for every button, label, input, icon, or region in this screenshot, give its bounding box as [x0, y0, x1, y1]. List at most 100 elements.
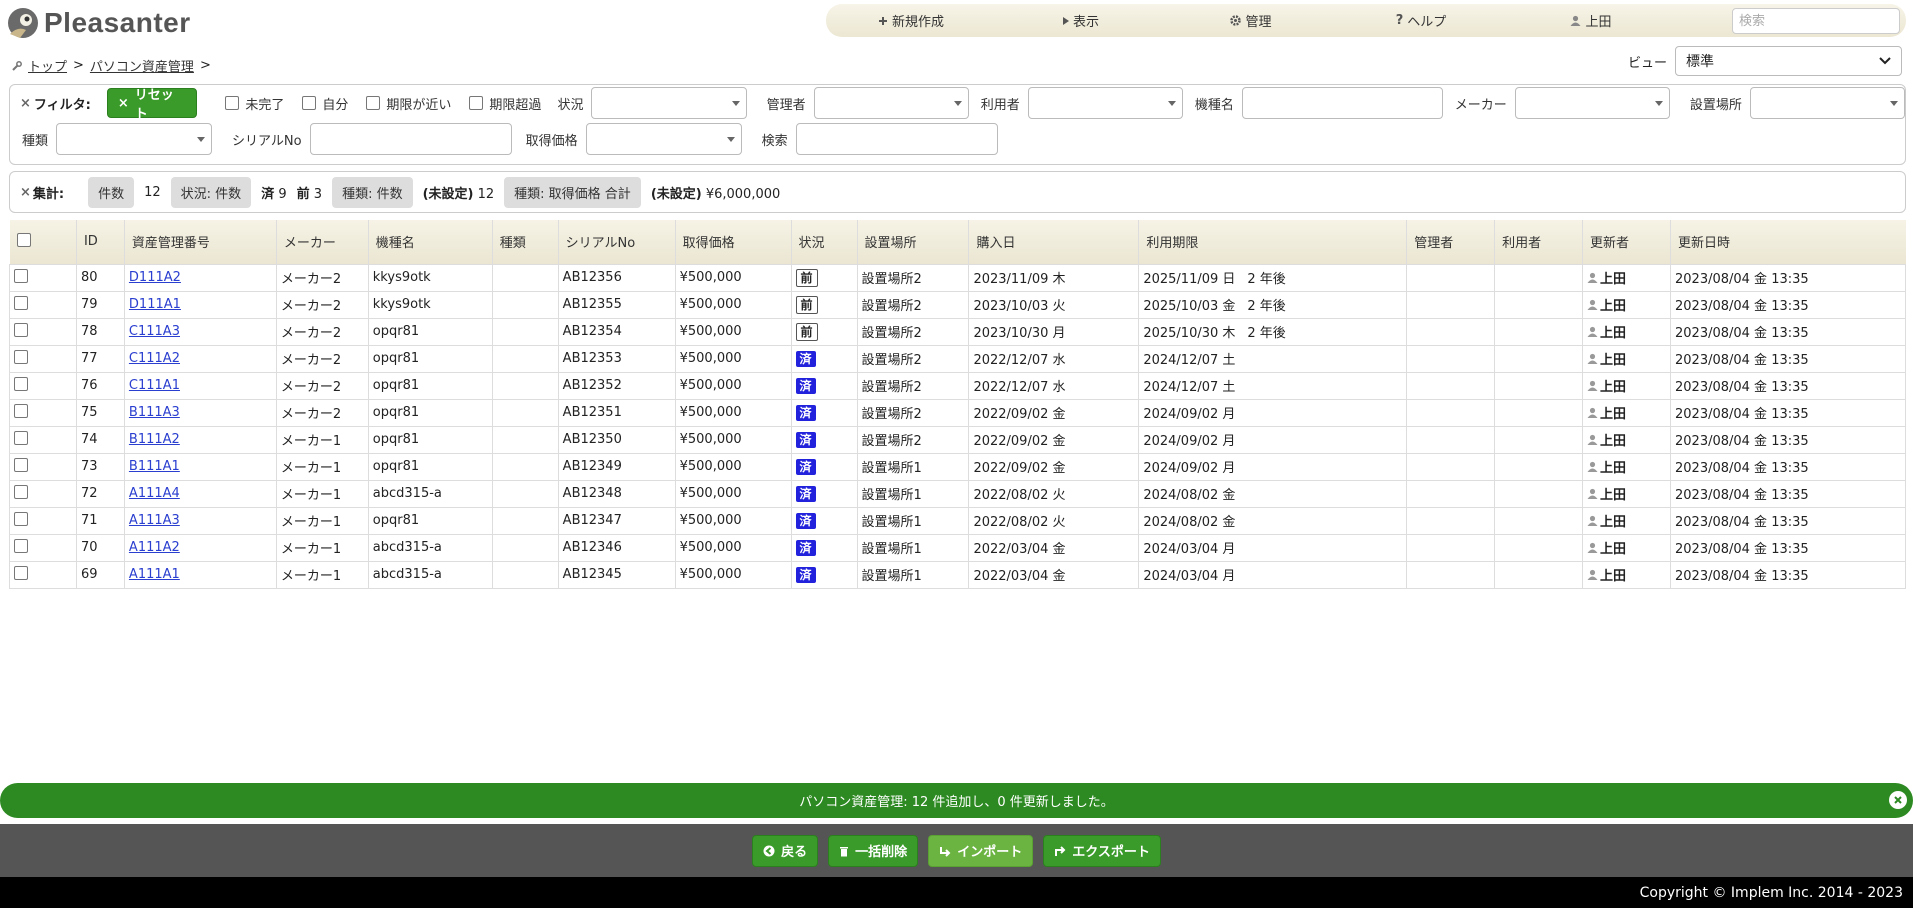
close-message-button[interactable] — [1889, 791, 1907, 809]
column-header[interactable]: 設置場所 — [856, 220, 969, 264]
row-checkbox[interactable] — [14, 268, 28, 283]
serial-filter-input[interactable] — [309, 123, 512, 155]
row-checkbox[interactable] — [14, 511, 28, 526]
table-row[interactable]: 69 A111A1 メーカー1 abcd315-a AB12345 ¥500,000 済 設置… — [9, 560, 1906, 589]
column-header[interactable]: 機種名 — [367, 220, 493, 264]
row-checkbox[interactable] — [14, 538, 28, 553]
type-filter-select[interactable] — [56, 123, 213, 155]
row-select-cell[interactable] — [9, 560, 77, 589]
table-row[interactable]: 76 C111A1 メーカー2 opqr81 AB12352 ¥500,000 済 設置場所2… — [9, 371, 1906, 400]
column-header[interactable]: 更新者 — [1582, 220, 1671, 264]
column-header[interactable]: 利用者 — [1494, 220, 1583, 264]
select-all-header[interactable] — [9, 220, 77, 264]
column-header[interactable]: メーカー — [275, 220, 369, 264]
asset-link[interactable]: C111A3 — [129, 324, 180, 339]
breadcrumb-site[interactable]: パソコン資産管理 — [90, 56, 194, 75]
table-row[interactable]: 78 C111A3 メーカー2 opqr81 AB12354 ¥500,000 前 設置場所2… — [9, 317, 1906, 346]
row-checkbox[interactable] — [14, 484, 28, 499]
back-button[interactable]: 戻る — [752, 834, 819, 867]
reset-button[interactable]: × リセット — [106, 88, 198, 122]
filter-overdue[interactable]: 期限超過 — [469, 94, 541, 113]
asset-link[interactable]: A111A4 — [129, 486, 180, 501]
row-select-cell[interactable] — [9, 290, 77, 319]
filter-near-deadline[interactable]: 期限が近い — [366, 94, 451, 113]
table-row[interactable]: 74 B111A2 メーカー1 opqr81 AB12350 ¥500,000 済 設置場所2… — [9, 425, 1906, 454]
table-row[interactable]: 80 D111A2 メーカー2 kkys9otk AB12356 ¥500,000 前 設置場… — [9, 263, 1906, 292]
column-header[interactable]: 利用期限 — [1138, 220, 1407, 264]
model-filter-input[interactable] — [1241, 87, 1443, 119]
row-checkbox[interactable] — [14, 376, 28, 391]
nav-search-input[interactable] — [1732, 8, 1900, 34]
table-row[interactable]: 77 C111A2 メーカー2 opqr81 AB12353 ¥500,000 済 設置場所2… — [9, 344, 1906, 373]
nav-view[interactable]: 表示 — [996, 4, 1166, 37]
table-row[interactable]: 79 D111A1 メーカー2 kkys9otk AB12355 ¥500,000 前 設置場… — [9, 290, 1906, 319]
asset-link[interactable]: D111A2 — [129, 270, 181, 285]
nav-user[interactable]: 上田 — [1506, 4, 1676, 37]
asset-link[interactable]: B111A1 — [129, 459, 180, 474]
nav-new[interactable]: 新規作成 — [826, 4, 996, 37]
row-checkbox[interactable] — [14, 565, 28, 580]
row-select-cell[interactable] — [9, 344, 77, 373]
location-filter-select[interactable] — [1749, 87, 1905, 119]
asset-link[interactable]: A111A1 — [129, 567, 180, 582]
asset-link[interactable]: D111A1 — [129, 297, 181, 312]
row-select-cell[interactable] — [9, 371, 77, 400]
import-button[interactable]: インポート — [928, 834, 1034, 867]
row-select-cell[interactable] — [9, 425, 77, 454]
column-header[interactable]: 購入日 — [968, 220, 1139, 264]
asset-link[interactable]: C111A2 — [129, 351, 180, 366]
checkbox[interactable] — [225, 96, 240, 110]
column-header[interactable]: 状況 — [790, 220, 857, 264]
asset-link[interactable]: B111A3 — [129, 405, 180, 420]
column-header[interactable]: シリアルNo — [557, 220, 676, 264]
column-header[interactable]: 管理者 — [1406, 220, 1495, 264]
column-header[interactable]: 更新日時 — [1670, 220, 1906, 264]
table-row[interactable]: 70 A111A2 メーカー1 abcd315-a AB12346 ¥500,000 済 設置… — [9, 533, 1906, 562]
row-select-cell[interactable] — [9, 533, 77, 562]
column-header[interactable]: ID — [75, 220, 125, 264]
manager-filter-select[interactable] — [813, 87, 969, 119]
maker-filter-select[interactable] — [1514, 87, 1670, 119]
table-row[interactable]: 75 B111A3 メーカー2 opqr81 AB12351 ¥500,000 済 設置場所2… — [9, 398, 1906, 427]
table-row[interactable]: 72 A111A4 メーカー1 abcd315-a AB12348 ¥500,000 済 設置… — [9, 479, 1906, 508]
view-select[interactable]: 標準 — [1675, 46, 1903, 76]
row-select-cell[interactable] — [9, 506, 77, 535]
search-filter-input[interactable] — [795, 123, 998, 155]
asset-link[interactable]: A111A3 — [129, 513, 180, 528]
row-checkbox[interactable] — [14, 403, 28, 418]
checkbox[interactable] — [366, 96, 381, 110]
collapse-icon[interactable]: × — [20, 96, 31, 111]
checkbox[interactable] — [469, 96, 484, 110]
row-checkbox[interactable] — [14, 430, 28, 445]
app-logo[interactable]: Pleasanter — [6, 4, 191, 42]
asset-link[interactable]: B111A2 — [129, 432, 180, 447]
checkbox[interactable] — [302, 96, 317, 110]
collapse-icon[interactable]: × — [20, 185, 31, 200]
row-select-cell[interactable] — [9, 317, 77, 346]
nav-admin[interactable]: 管理 — [1166, 4, 1336, 37]
column-header[interactable]: 取得価格 — [674, 220, 792, 264]
user-filter-select[interactable] — [1027, 87, 1183, 119]
row-select-cell[interactable] — [9, 398, 77, 427]
asset-link[interactable]: A111A2 — [129, 540, 180, 555]
column-header[interactable]: 資産管理番号 — [123, 220, 277, 264]
export-button[interactable]: エクスポート — [1043, 834, 1161, 867]
row-select-cell[interactable] — [9, 452, 77, 481]
nav-help[interactable]: ? ヘルプ — [1336, 4, 1506, 37]
row-select-cell[interactable] — [9, 263, 77, 292]
filter-incomplete[interactable]: 未完了 — [225, 94, 284, 113]
row-checkbox[interactable] — [14, 349, 28, 364]
status-filter-select[interactable] — [591, 87, 747, 119]
row-checkbox[interactable] — [14, 322, 28, 337]
table-row[interactable]: 71 A111A3 メーカー1 opqr81 AB12347 ¥500,000 済 設置場所1… — [9, 506, 1906, 535]
table-row[interactable]: 73 B111A1 メーカー1 opqr81 AB12349 ¥500,000 済 設置場所1… — [9, 452, 1906, 481]
asset-link[interactable]: C111A1 — [129, 378, 180, 393]
breadcrumb-top[interactable]: トップ — [28, 56, 67, 75]
price-filter-select[interactable] — [585, 123, 742, 155]
select-all-checkbox[interactable] — [16, 232, 31, 247]
column-header[interactable]: 種類 — [491, 220, 559, 264]
row-checkbox[interactable] — [14, 457, 28, 472]
row-select-cell[interactable] — [9, 479, 77, 508]
row-checkbox[interactable] — [14, 295, 28, 310]
bulk-delete-button[interactable]: 一括削除 — [828, 834, 919, 867]
